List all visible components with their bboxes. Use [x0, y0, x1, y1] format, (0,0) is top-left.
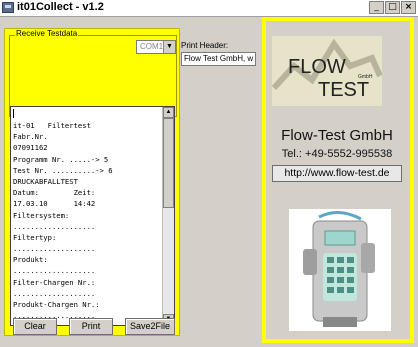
chevron-down-icon[interactable]: ▼ [163, 41, 175, 53]
company-name: Flow-Test GmbH [281, 127, 393, 144]
minimize-button[interactable]: _ [369, 1, 384, 14]
text-line: Programm Nr. .....-> 5 [13, 154, 109, 164]
text-caret [13, 109, 14, 118]
logo-text-flow: FLOW [288, 56, 346, 78]
button-bar: Clear Print Save2File [5, 318, 179, 336]
text-line: Filter-Chargen Nr.: [13, 277, 96, 287]
text-line: 17.03.10 14:42 [13, 199, 96, 209]
text-line: ................... [13, 288, 96, 298]
company-info: Flow-Test GmbH Tel.: +49-5552-995538 htt… [266, 123, 408, 197]
flow-test-logo: FLOW TEST GmbH [271, 36, 383, 106]
scroll-up-icon[interactable]: ▲ [163, 107, 174, 118]
logo-text-gmbh: GmbH [358, 74, 373, 80]
receive-group-title: Receive Testdata [15, 29, 79, 38]
testdata-textarea[interactable]: it-01 Filtertest Fabr.Nr. 07091162 Programm… [10, 106, 175, 326]
save-to-file-button[interactable]: Save2File [125, 318, 175, 335]
maximize-button[interactable]: □ [385, 1, 400, 14]
clear-button[interactable]: Clear [13, 318, 57, 335]
title-bar: it01Collect - v1.2 _ □ × [0, 0, 418, 17]
testdata-lines: it-01 Filtertest Fabr.Nr. 07091162 Programm… [13, 120, 113, 325]
text-line: Datum: Zeit: [13, 188, 96, 198]
text-line: Fabr.Nr. [13, 132, 48, 142]
print-button[interactable]: Print [69, 318, 113, 335]
text-line: ................... [13, 266, 96, 276]
text-line: Produkt-Chargen Nr.: [13, 300, 100, 309]
text-line: ................... [13, 221, 96, 231]
text-line: Test Nr. ..........-> 6 [13, 165, 113, 175]
text-line: DRUCKABFALLTEST [13, 176, 78, 186]
text-line: Produkt: [13, 255, 48, 265]
port-select[interactable]: COM1 ▼ [136, 40, 176, 54]
close-button[interactable]: × [401, 1, 416, 14]
text-line: Filtersystem: [13, 210, 70, 220]
print-header-input[interactable]: Flow Test GmbH, w [181, 52, 256, 66]
company-phone: Tel.: +49-5552-995538 [281, 148, 393, 160]
vertical-scrollbar[interactable]: ▲ ▼ [162, 107, 174, 325]
print-header-label: Print Header: [181, 41, 229, 50]
logo-text-test: TEST [318, 79, 369, 101]
window-title: it01Collect - v1.2 [17, 1, 104, 13]
text-line: 07091162 [13, 143, 48, 153]
port-select-value: COM1 [140, 42, 164, 51]
main-window: Receive Testdata COM1 ▼ it-01 Filtertest… [0, 17, 418, 347]
company-url-link[interactable]: http://www.flow-test.de [272, 165, 402, 182]
text-line: it-01 Filtertest [13, 121, 91, 130]
text-line: Filtertyp: [13, 232, 57, 242]
app-icon [2, 2, 14, 13]
text-line: ................... [13, 244, 96, 254]
device-photo [289, 209, 391, 331]
receive-panel: Receive Testdata COM1 ▼ it-01 Filtertest… [4, 28, 180, 336]
scroll-thumb[interactable] [163, 118, 174, 208]
